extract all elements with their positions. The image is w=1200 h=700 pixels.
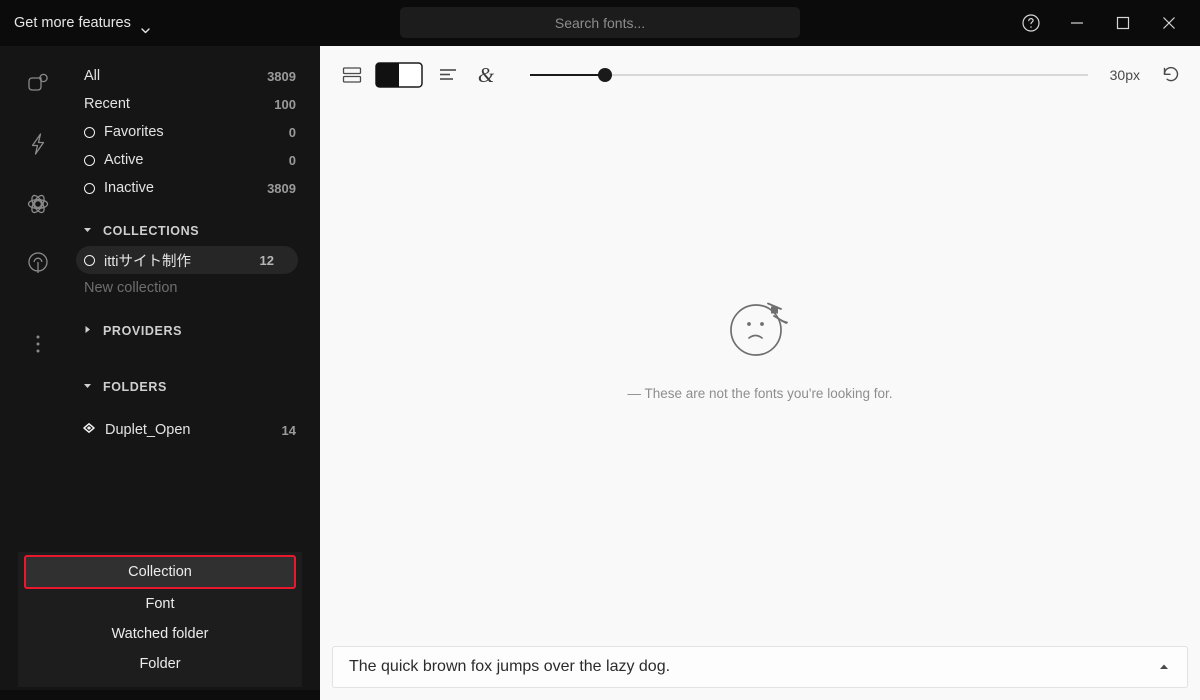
fonts-shape-icon[interactable] bbox=[0, 54, 76, 114]
sidebar-filters: All 3809 Recent 100 Favorites 0 Active 0… bbox=[76, 46, 320, 202]
menu-item-font[interactable]: Font bbox=[18, 589, 302, 619]
get-more-features-button[interactable]: Get more features bbox=[14, 15, 150, 34]
sidebar-item-active[interactable]: Active 0 bbox=[76, 146, 320, 174]
minimize-button[interactable] bbox=[1054, 0, 1100, 46]
list-view-icon[interactable] bbox=[338, 64, 366, 86]
sidebar-item-inactive[interactable]: Inactive 3809 bbox=[76, 174, 320, 202]
close-button[interactable] bbox=[1146, 0, 1192, 46]
sidebar-item-count: 0 bbox=[288, 152, 296, 168]
section-label: FOLDERS bbox=[103, 380, 167, 394]
sidebar-collection-itti[interactable]: ittiサイト制作 12 bbox=[76, 246, 298, 274]
sidebar-item-label: Favorites bbox=[104, 124, 164, 140]
sidebar-item-label: Inactive bbox=[104, 180, 154, 196]
diamond-icon bbox=[81, 420, 97, 441]
sidebar-item-count: 3809 bbox=[267, 180, 296, 196]
sidebar-item-count: 14 bbox=[281, 422, 296, 438]
empty-state-message: — These are not the fonts you're looking… bbox=[627, 385, 893, 401]
triangle-down-icon bbox=[82, 222, 93, 240]
menu-item-label: Font bbox=[145, 596, 175, 612]
main-toolbar: & 30px bbox=[320, 46, 1200, 104]
broadcast-icon[interactable] bbox=[0, 234, 76, 294]
get-more-features-label: Get more features bbox=[14, 15, 131, 31]
font-size-label: 30px bbox=[1109, 67, 1140, 83]
section-label: PROVIDERS bbox=[103, 324, 183, 338]
sidebar-item-favorites[interactable]: Favorites 0 bbox=[76, 118, 320, 146]
triangle-down-icon bbox=[82, 378, 93, 396]
search-placeholder: Search fonts... bbox=[554, 14, 646, 31]
menu-item-watched-folder[interactable]: Watched folder bbox=[18, 619, 302, 649]
circle-ring-icon bbox=[84, 182, 95, 194]
maximize-button[interactable] bbox=[1100, 0, 1146, 46]
ampersand-glyph-icon[interactable]: & bbox=[472, 62, 500, 88]
sidebar-item-label: Recent bbox=[84, 96, 130, 112]
lightning-bolt-icon[interactable] bbox=[0, 114, 76, 174]
preview-text-value: The quick brown fox jumps over the lazy … bbox=[349, 658, 671, 675]
text-align-left-icon[interactable] bbox=[434, 64, 462, 86]
reset-arrow-icon[interactable] bbox=[1158, 63, 1184, 87]
slider-fill bbox=[530, 74, 606, 76]
contrast-toggle-icon[interactable] bbox=[374, 60, 424, 90]
sidebar-collections-section: COLLECTIONS ittiサイト制作 12 New collection bbox=[76, 216, 320, 302]
circle-ring-icon bbox=[84, 254, 95, 266]
section-label: COLLECTIONS bbox=[103, 224, 200, 238]
sad-face-icon bbox=[718, 288, 802, 360]
sidebar-item-label: All bbox=[84, 68, 101, 84]
sidebar-providers-section: PROVIDERS bbox=[76, 316, 320, 346]
sidebar-item-count: 3809 bbox=[267, 68, 296, 84]
sidebar-item-count: 100 bbox=[274, 96, 296, 112]
empty-state: — These are not the fonts you're looking… bbox=[320, 46, 1200, 642]
sidebar-item-label: Active bbox=[104, 152, 144, 168]
title-bar: Get more features Search fonts... bbox=[0, 0, 1200, 46]
sidebar-item-all[interactable]: All 3809 bbox=[76, 62, 320, 90]
add-item-dropdown-menu: Collection Font Watched folder Folder bbox=[18, 552, 302, 687]
atom-icon[interactable] bbox=[0, 174, 76, 234]
svg-text:&: & bbox=[478, 63, 495, 87]
menu-item-label: Watched folder bbox=[111, 626, 209, 642]
menu-item-collection[interactable]: Collection bbox=[24, 555, 296, 589]
sidebar-item-count: 0 bbox=[288, 124, 296, 140]
help-circle-icon[interactable] bbox=[1008, 0, 1054, 46]
sidebar-item-label: Duplet_Open bbox=[105, 422, 191, 438]
triangle-right-icon bbox=[82, 322, 93, 340]
new-collection-button[interactable]: New collection bbox=[76, 274, 320, 302]
circle-ring-icon bbox=[84, 154, 95, 166]
caret-up-icon[interactable] bbox=[1157, 660, 1171, 674]
window-controls bbox=[1008, 0, 1200, 46]
folders-section-header[interactable]: FOLDERS bbox=[76, 372, 320, 402]
main-panel: & 30px — These are not the fonts you're … bbox=[320, 46, 1200, 700]
menu-item-label: Collection bbox=[128, 564, 192, 580]
app-window: Get more features Search fonts... All 38… bbox=[0, 0, 1200, 700]
sidebar-item-recent[interactable]: Recent 100 bbox=[76, 90, 320, 118]
kebab-menu-icon[interactable] bbox=[0, 314, 76, 374]
new-collection-label: New collection bbox=[84, 280, 178, 296]
slider-thumb[interactable] bbox=[598, 68, 613, 82]
menu-item-folder[interactable]: Folder bbox=[18, 649, 302, 679]
menu-item-label: Folder bbox=[139, 656, 181, 672]
font-size-slider[interactable] bbox=[530, 65, 1088, 85]
collections-section-header[interactable]: COLLECTIONS bbox=[76, 216, 320, 246]
search-input[interactable]: Search fonts... bbox=[400, 7, 800, 38]
sidebar-item-count: 12 bbox=[259, 252, 274, 268]
circle-ring-icon bbox=[84, 126, 95, 138]
preview-text-input[interactable]: The quick brown fox jumps over the lazy … bbox=[332, 646, 1188, 688]
sidebar-folders-section: FOLDERS Duplet_Open 14 bbox=[76, 372, 320, 444]
slider-track bbox=[530, 74, 1088, 76]
sidebar-folder-duplet-open[interactable]: Duplet_Open 14 bbox=[76, 416, 320, 444]
providers-section-header[interactable]: PROVIDERS bbox=[76, 316, 320, 346]
sidebar-item-label: ittiサイト制作 bbox=[104, 253, 191, 270]
